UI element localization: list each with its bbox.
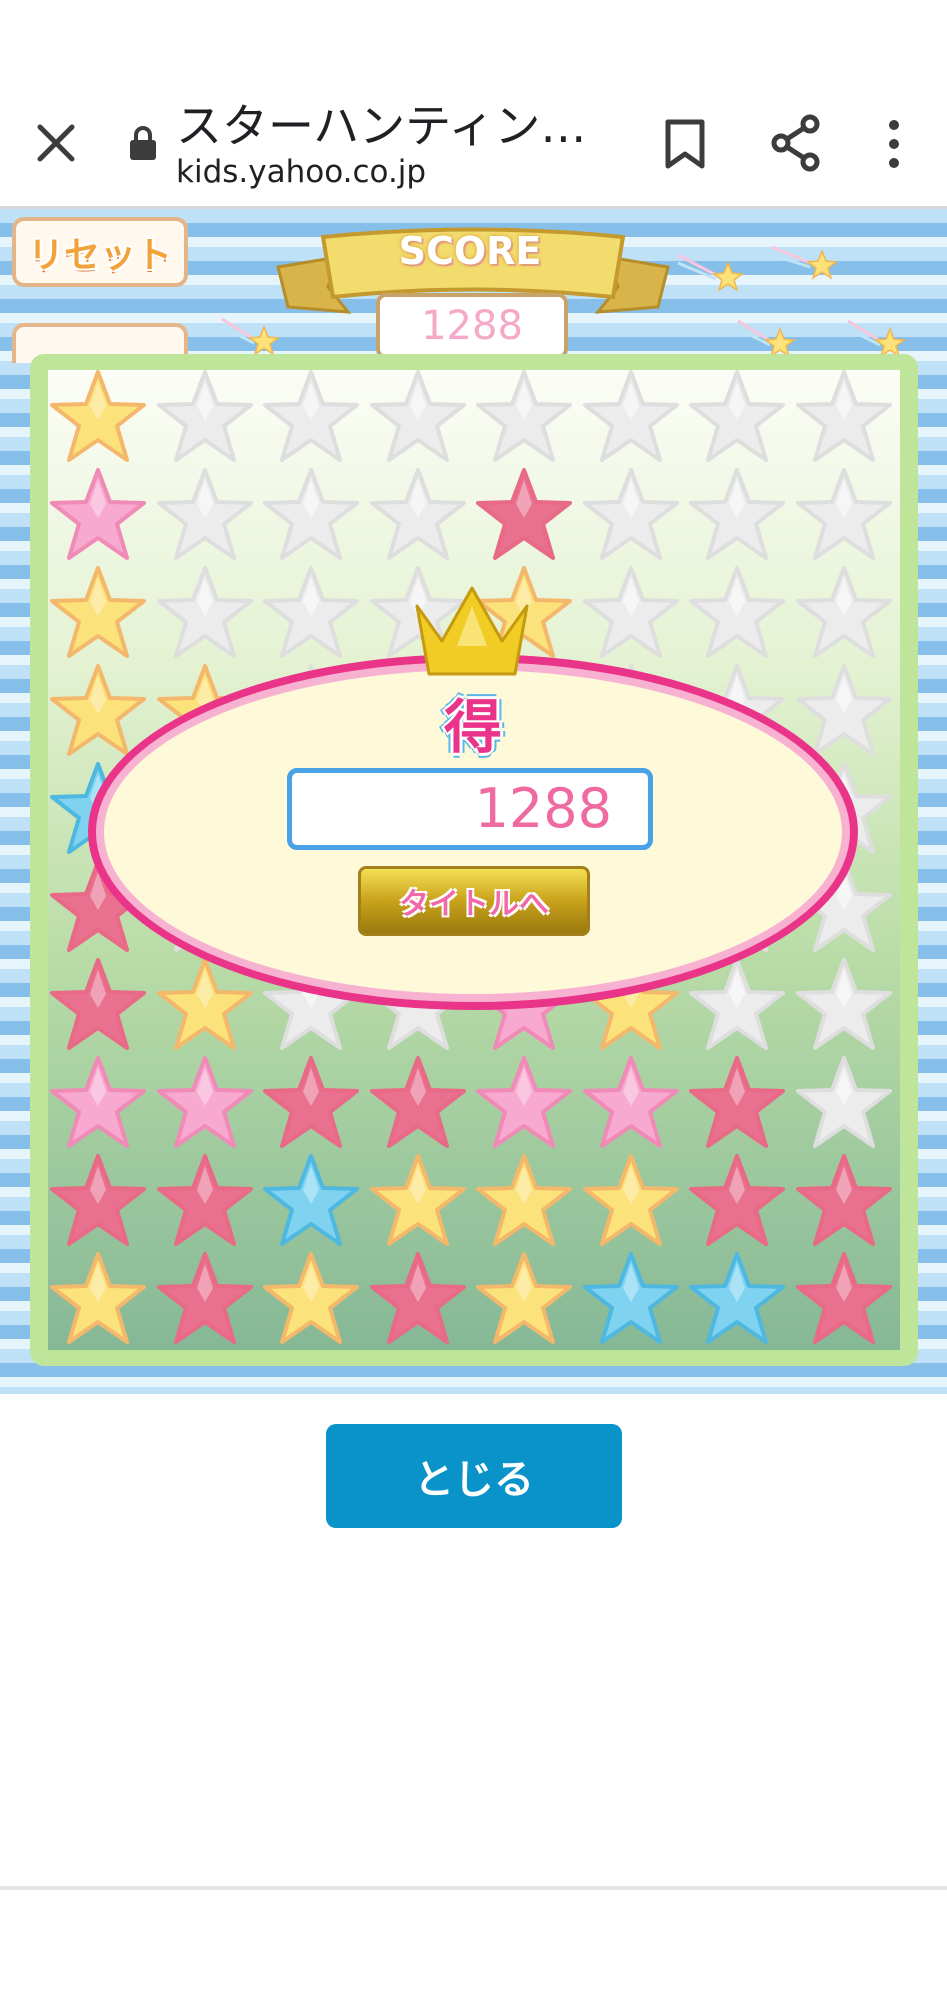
star-gray-icon[interactable] bbox=[687, 368, 787, 468]
star-rose-icon[interactable] bbox=[687, 1152, 787, 1252]
star-gray-icon[interactable] bbox=[794, 564, 894, 664]
star-blue-icon[interactable] bbox=[581, 1250, 681, 1350]
star-yellow-icon[interactable] bbox=[474, 1250, 574, 1350]
star-rose-icon[interactable] bbox=[48, 1152, 148, 1252]
result-score-field: 1288 bbox=[287, 768, 653, 850]
star-yellow-icon[interactable] bbox=[474, 1152, 574, 1252]
star-gray-icon[interactable] bbox=[581, 564, 681, 664]
star-gray-icon[interactable] bbox=[368, 466, 468, 566]
star-rose-icon[interactable] bbox=[474, 466, 574, 566]
star-gray-icon[interactable] bbox=[794, 368, 894, 468]
shooting-star-icon bbox=[221, 317, 280, 356]
star-blue-icon[interactable] bbox=[687, 1250, 787, 1350]
star-gray-icon[interactable] bbox=[794, 1054, 894, 1154]
star-rose-icon[interactable] bbox=[687, 1054, 787, 1154]
star-pink-icon[interactable] bbox=[474, 1054, 574, 1154]
star-gray-icon[interactable] bbox=[155, 466, 255, 566]
star-gray-icon[interactable] bbox=[261, 564, 361, 664]
bookmark-icon[interactable] bbox=[662, 118, 708, 170]
star-rose-icon[interactable] bbox=[155, 1152, 255, 1252]
browser-top-bar: スターハンティン… kids.yahoo.co.jp bbox=[0, 0, 947, 206]
star-gray-icon[interactable] bbox=[687, 466, 787, 566]
star-rose-icon[interactable] bbox=[155, 1250, 255, 1350]
star-rose-icon[interactable] bbox=[368, 1054, 468, 1154]
reset-button[interactable]: リセット bbox=[12, 217, 188, 287]
star-gray-icon[interactable] bbox=[581, 466, 681, 566]
star-gray-icon[interactable] bbox=[474, 368, 574, 468]
star-gray-icon[interactable] bbox=[581, 368, 681, 468]
score-label: SCORE bbox=[398, 229, 542, 273]
page-title[interactable]: スターハンティン… bbox=[176, 98, 596, 154]
star-yellow-icon[interactable] bbox=[581, 1152, 681, 1252]
star-yellow-icon[interactable] bbox=[261, 1250, 361, 1350]
star-pink-icon[interactable] bbox=[48, 1054, 148, 1154]
more-icon[interactable] bbox=[880, 118, 908, 170]
star-gray-icon[interactable] bbox=[794, 956, 894, 1056]
close-icon[interactable] bbox=[28, 115, 84, 171]
star-gray-icon[interactable] bbox=[155, 564, 255, 664]
shooting-star-icon bbox=[771, 245, 838, 280]
star-gray-icon[interactable] bbox=[368, 368, 468, 468]
star-gray-icon[interactable] bbox=[155, 368, 255, 468]
crown-icon bbox=[415, 586, 529, 676]
share-icon[interactable] bbox=[770, 114, 822, 172]
star-rose-icon[interactable] bbox=[48, 956, 148, 1056]
shooting-star-icon bbox=[737, 319, 796, 358]
star-rose-icon[interactable] bbox=[261, 1054, 361, 1154]
star-blue-icon[interactable] bbox=[261, 1152, 361, 1252]
lock-icon bbox=[130, 126, 156, 160]
star-yellow-icon[interactable] bbox=[48, 564, 148, 664]
star-yellow-icon[interactable] bbox=[48, 368, 148, 468]
star-gray-icon[interactable] bbox=[261, 466, 361, 566]
star-rose-icon[interactable] bbox=[794, 1250, 894, 1350]
star-gray-icon[interactable] bbox=[261, 368, 361, 468]
star-rose-icon[interactable] bbox=[794, 1152, 894, 1252]
star-pink-icon[interactable] bbox=[48, 466, 148, 566]
star-pink-icon[interactable] bbox=[581, 1054, 681, 1154]
page-url[interactable]: kids.yahoo.co.jp bbox=[176, 152, 426, 192]
star-gray-icon[interactable] bbox=[687, 564, 787, 664]
star-yellow-icon[interactable] bbox=[368, 1152, 468, 1252]
close-button[interactable]: とじる bbox=[326, 1424, 622, 1528]
shooting-star-icon bbox=[677, 253, 744, 292]
star-rose-icon[interactable] bbox=[368, 1250, 468, 1350]
shooting-star-icon bbox=[847, 319, 906, 358]
star-yellow-icon[interactable] bbox=[48, 1250, 148, 1350]
title-button[interactable]: タイトルへ bbox=[358, 866, 590, 936]
star-gray-icon[interactable] bbox=[794, 466, 894, 566]
score-value: 1288 bbox=[376, 293, 568, 359]
star-pink-icon[interactable] bbox=[155, 1054, 255, 1154]
bottom-divider bbox=[0, 1886, 947, 1890]
